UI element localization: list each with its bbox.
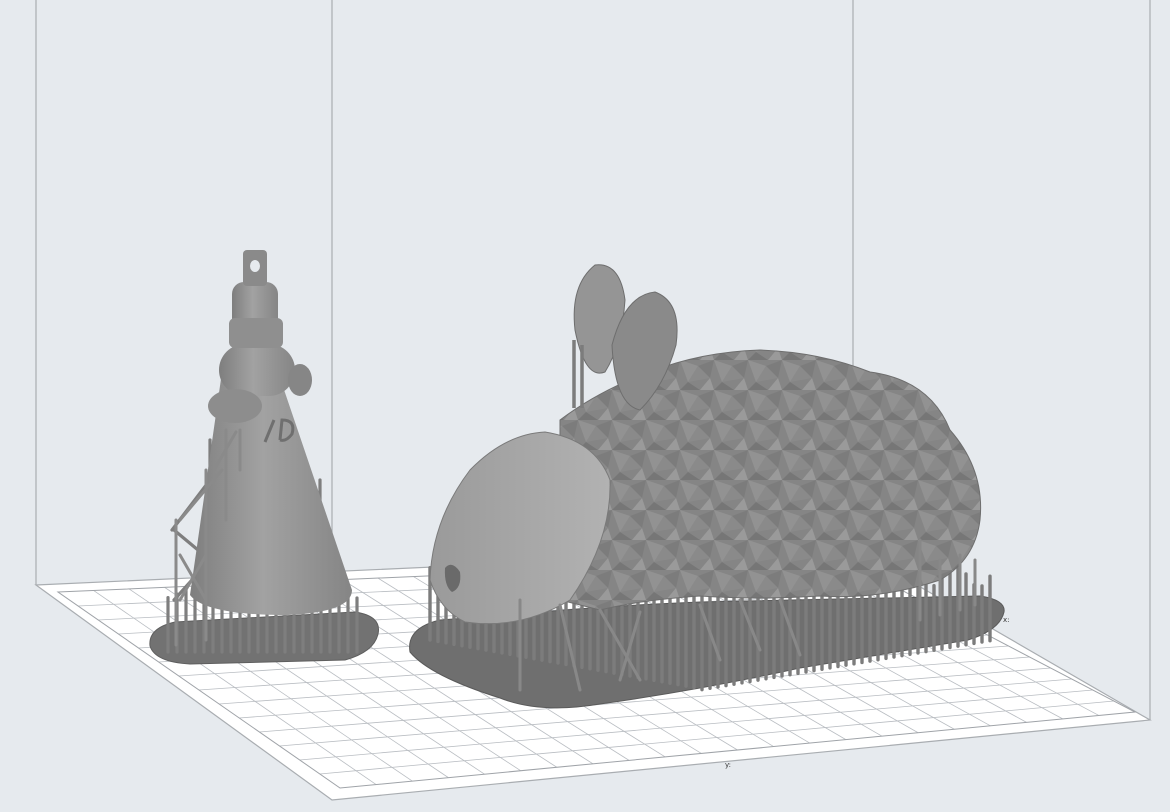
model-bunny[interactable] <box>409 264 1005 709</box>
rocket-collar <box>229 318 283 348</box>
rocket-side-knob-right <box>288 364 312 396</box>
plate-label-x: x: <box>1003 616 1010 624</box>
scene-canvas[interactable]: x: y: <box>0 0 1170 812</box>
plate-label-y: y: <box>725 761 731 769</box>
rocket-side-knob-left <box>208 389 262 423</box>
rocket-keyring-hole <box>250 260 260 272</box>
rocket-upper-section <box>219 344 295 396</box>
3d-viewport[interactable]: x: y: <box>0 0 1170 812</box>
